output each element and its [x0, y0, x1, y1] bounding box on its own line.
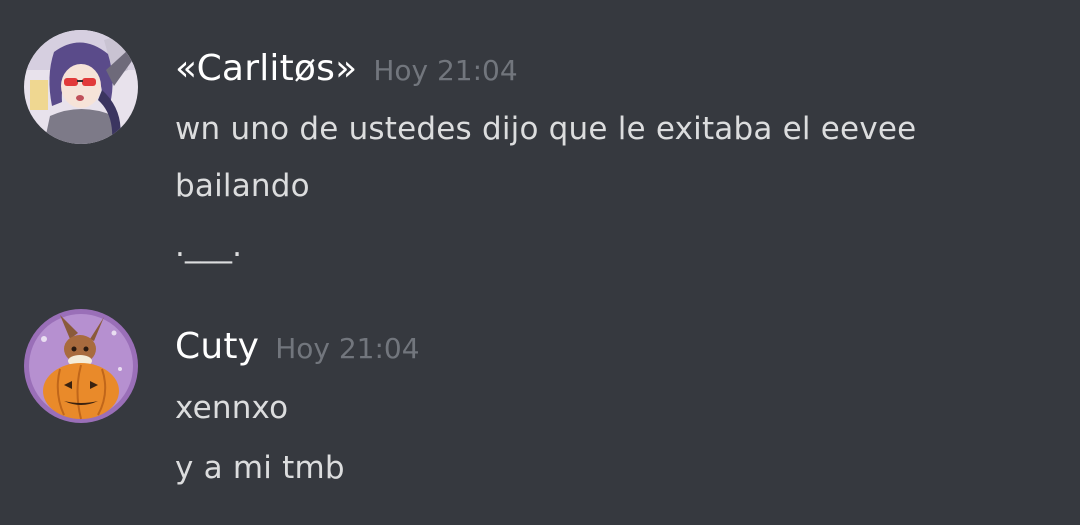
message-group: Cuty Hoy 21:04 xennxo y a mi tmb [0, 0, 1080, 525]
username[interactable]: Cuty [175, 326, 259, 367]
timestamp: Hoy 21:04 [275, 332, 420, 365]
eevee-pumpkin-avatar-icon [24, 309, 138, 423]
message-text: xennxo [175, 390, 289, 426]
user-avatar[interactable] [24, 309, 138, 423]
message-header: Cuty Hoy 21:04 [175, 326, 420, 367]
chat-message-list: «Carlitøs» Hoy 21:04 wn uno de ustedes di… [0, 0, 1080, 525]
message-text: y a mi tmb [175, 450, 345, 486]
